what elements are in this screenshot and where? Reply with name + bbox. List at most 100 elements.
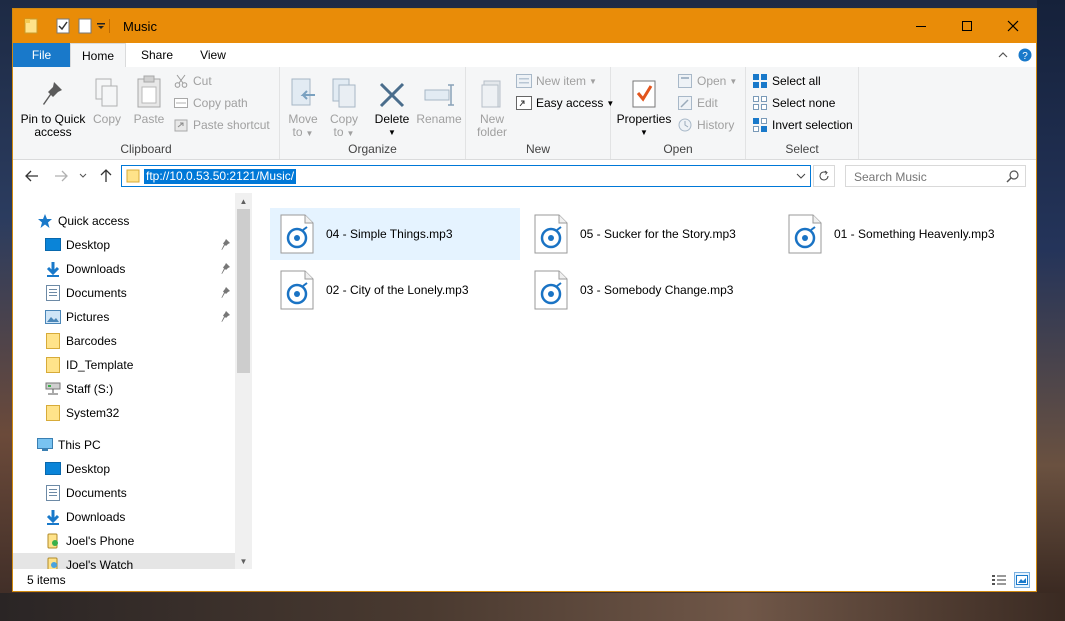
status-bar: 5 items	[13, 569, 1036, 591]
navigation-bar: ftp://10.0.53.50:2121/Music/	[13, 160, 1036, 192]
nav-item-barcodes[interactable]: Barcodes	[13, 329, 235, 353]
nav-pc-desktop[interactable]: Desktop	[13, 457, 235, 481]
copy-path-button[interactable]: Copy path	[173, 93, 248, 113]
nav-pc-documents[interactable]: Documents	[13, 481, 235, 505]
large-icons-view-icon	[1016, 575, 1028, 585]
details-view-button[interactable]	[991, 572, 1007, 588]
nav-pc-joels-phone[interactable]: Joel's Phone	[13, 529, 235, 553]
copy-to-button[interactable]: Copy to ▼	[324, 71, 364, 140]
cut-button[interactable]: Cut	[173, 71, 212, 91]
refresh-button[interactable]	[813, 165, 835, 187]
customize-quick-access-icon[interactable]	[95, 18, 107, 34]
nav-pane-scrollbar[interactable]: ▲ ▼	[235, 193, 252, 569]
pin-icon	[221, 287, 230, 298]
easy-access-button[interactable]: Easy access ▼	[516, 93, 614, 113]
new-item-icon	[516, 74, 532, 88]
back-button[interactable]	[24, 168, 40, 184]
pin-to-quick-access-button[interactable]: Pin to Quick access	[19, 71, 87, 139]
desktop-background-bottom	[0, 593, 1065, 621]
minimize-button[interactable]	[898, 9, 944, 43]
tab-file[interactable]: File	[13, 43, 70, 67]
scroll-down-icon[interactable]: ▼	[235, 553, 252, 569]
file-item[interactable]: 05 - Sucker for the Story.mp3	[524, 208, 774, 260]
pin-icon	[221, 311, 230, 322]
address-bar[interactable]: ftp://10.0.53.50:2121/Music/	[121, 165, 811, 187]
refresh-icon	[819, 170, 829, 181]
paste-button[interactable]: Paste	[129, 71, 169, 126]
watch-icon	[47, 557, 58, 569]
pin-icon	[221, 263, 230, 274]
search-box[interactable]	[845, 165, 1026, 187]
new-item-button[interactable]: New item ▼	[516, 71, 597, 91]
computer-icon	[37, 438, 53, 451]
open-dropdown-icon: ▼	[729, 76, 738, 86]
copy-button[interactable]: Copy	[89, 71, 125, 126]
move-to-button[interactable]: Move to ▼	[284, 71, 322, 140]
nav-item-documents[interactable]: Documents	[13, 281, 235, 305]
search-icon[interactable]	[1006, 169, 1020, 183]
nav-item-system32[interactable]: System32	[13, 401, 235, 425]
nav-item-staff-drive[interactable]: Staff (S:)	[13, 377, 235, 401]
scissors-icon	[174, 74, 188, 88]
up-button[interactable]	[98, 168, 114, 184]
select-none-button[interactable]: Select none	[752, 93, 835, 113]
invert-selection-button[interactable]: Invert selection	[752, 115, 853, 135]
delete-button[interactable]: Delete ▼	[370, 71, 414, 139]
rename-button[interactable]: Rename	[416, 71, 462, 126]
chevron-down-icon	[796, 173, 806, 179]
minimize-ribbon-icon[interactable]	[995, 47, 1011, 63]
folder-icon[interactable]	[23, 18, 39, 34]
history-button[interactable]: History	[677, 115, 734, 135]
nav-this-pc[interactable]: This PC	[13, 433, 235, 457]
tab-share[interactable]: Share	[131, 43, 183, 67]
address-dropdown-button[interactable]	[794, 168, 808, 184]
audio-file-icon	[280, 214, 314, 254]
new-folder-quick-icon[interactable]	[77, 18, 93, 34]
nav-pc-downloads[interactable]: Downloads	[13, 505, 235, 529]
tab-home[interactable]: Home	[70, 43, 126, 67]
network-drive-icon	[45, 382, 61, 395]
tab-view[interactable]: View	[187, 43, 239, 67]
nav-pc-joels-watch[interactable]: Joel's Watch	[13, 553, 235, 569]
large-icons-view-button[interactable]	[1014, 572, 1030, 588]
file-item[interactable]: 03 - Somebody Change.mp3	[524, 264, 774, 316]
edit-button[interactable]: Edit	[677, 93, 718, 113]
open-button[interactable]: Open ▼	[677, 71, 737, 91]
nav-quick-access[interactable]: Quick access	[13, 209, 235, 233]
scrollbar-thumb[interactable]	[237, 209, 250, 373]
new-folder-button[interactable]: New folder	[472, 71, 512, 139]
paste-shortcut-icon	[174, 119, 188, 132]
chevron-down-icon	[79, 173, 87, 178]
forward-arrow-icon	[55, 170, 68, 182]
file-item[interactable]: 01 - Something Heavenly.mp3	[778, 208, 1028, 260]
nav-item-id-template[interactable]: ID_Template	[13, 353, 235, 377]
select-group-label: Select	[785, 142, 819, 156]
paste-icon	[137, 75, 161, 108]
file-item[interactable]: 04 - Simple Things.mp3	[270, 208, 520, 260]
folder-icon	[126, 169, 140, 183]
nav-item-downloads[interactable]: Downloads	[13, 257, 235, 281]
documents-icon	[46, 485, 60, 501]
title-bar[interactable]: Music	[13, 9, 1036, 43]
nav-item-pictures[interactable]: Pictures	[13, 305, 235, 329]
close-button[interactable]	[990, 9, 1036, 43]
select-group: Select all Select none Invert selection …	[746, 67, 859, 159]
properties-button[interactable]: Properties ▼	[615, 71, 673, 139]
search-input[interactable]	[852, 168, 1006, 186]
scroll-up-icon[interactable]: ▲	[235, 193, 252, 209]
properties-quick-icon[interactable]	[55, 18, 71, 34]
maximize-button[interactable]	[944, 9, 990, 43]
select-all-button[interactable]: Select all	[752, 71, 821, 91]
maximize-icon	[962, 21, 972, 31]
forward-button[interactable]	[53, 168, 69, 184]
help-icon[interactable]: ?	[1017, 47, 1033, 63]
nav-item-desktop[interactable]: Desktop	[13, 233, 235, 257]
desktop-icon	[45, 462, 61, 475]
address-path[interactable]: ftp://10.0.53.50:2121/Music/	[144, 169, 297, 184]
up-arrow-icon	[100, 169, 112, 182]
recent-locations-button[interactable]	[77, 168, 89, 184]
documents-icon	[46, 285, 60, 301]
pictures-icon	[45, 310, 61, 324]
file-item[interactable]: 02 - City of the Lonely.mp3	[270, 264, 520, 316]
paste-shortcut-button[interactable]: Paste shortcut	[173, 115, 270, 135]
